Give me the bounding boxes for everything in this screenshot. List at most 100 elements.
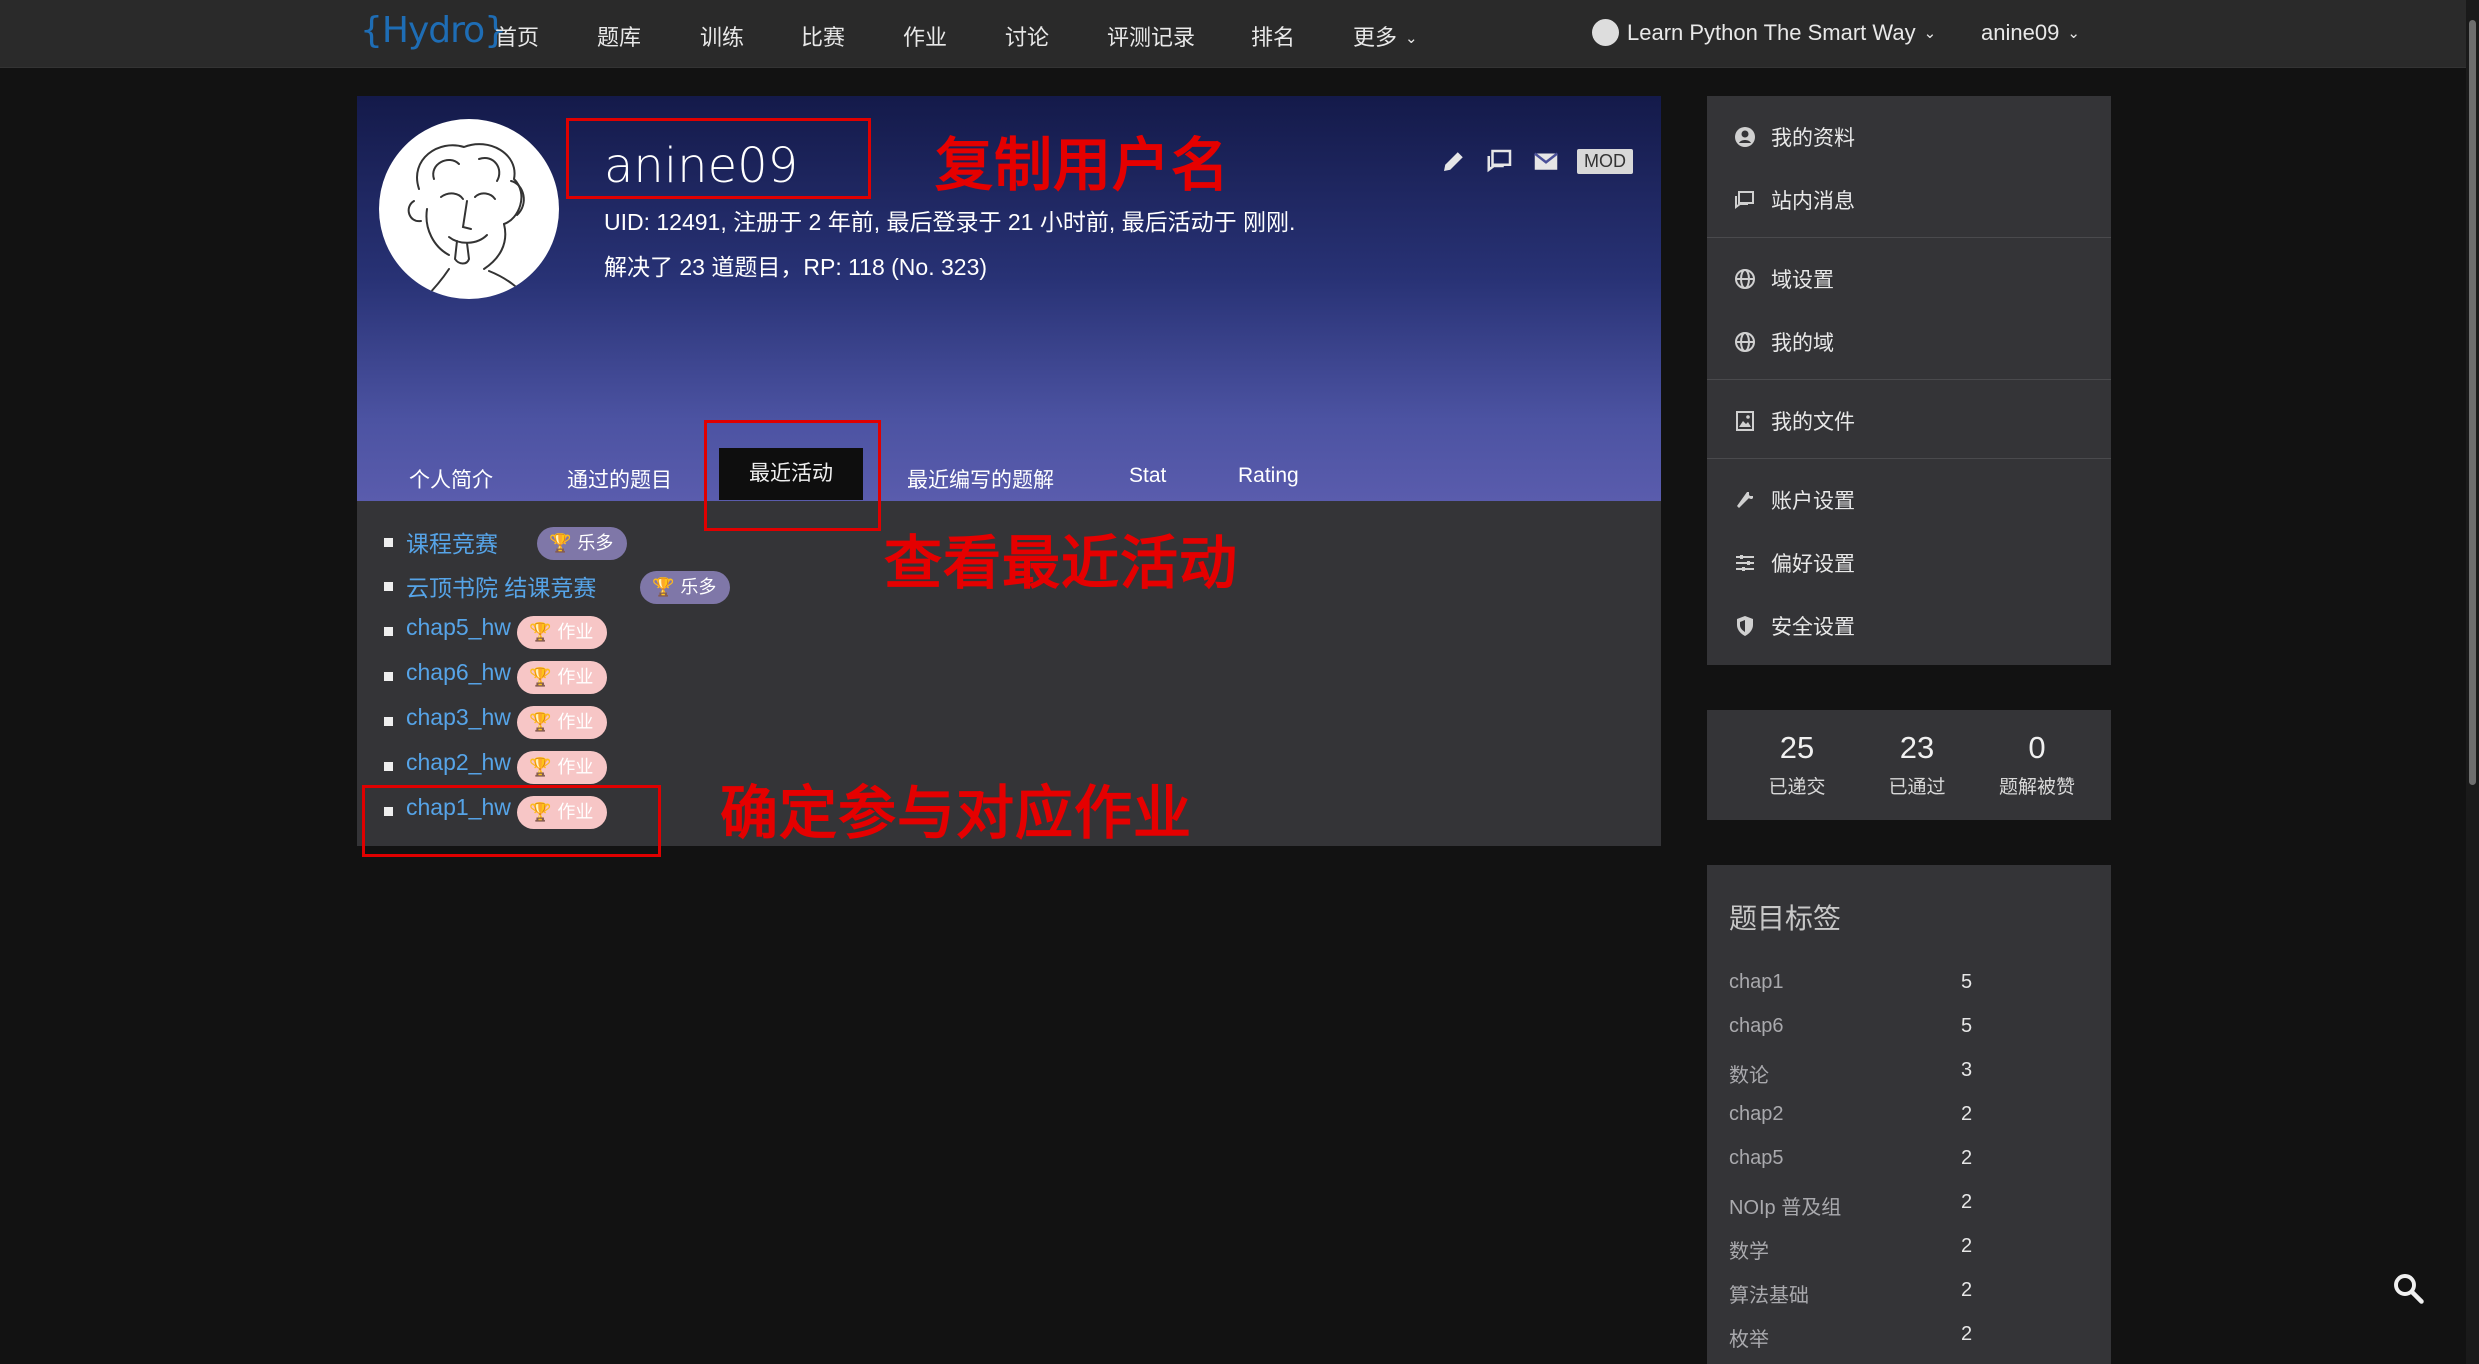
nav-ranking[interactable]: 排名	[1251, 20, 1295, 52]
trophy-icon: 🏆	[652, 577, 675, 597]
globe-icon	[1735, 269, 1755, 290]
sidebar-item-preferences[interactable]: 偏好设置	[1733, 548, 1855, 578]
user-circle-icon	[1735, 127, 1755, 148]
top-navbar: {Hydro} 首页 题库 训练 比赛 作业 讨论 评测记录 排名 更多 ⌄ Le…	[0, 0, 2466, 68]
nav-more[interactable]: 更多 ⌄	[1353, 20, 1418, 52]
homework-badge[interactable]: 🏆 作业	[517, 616, 608, 649]
tab-stat[interactable]: Stat	[1129, 464, 1166, 488]
sidebar-item-profile[interactable]: 我的资料	[1733, 122, 1855, 152]
user-stats-panel: 25 已递交 23 已通过 0 题解被赞	[1707, 710, 2111, 820]
trophy-icon: 🏆	[529, 712, 552, 732]
trophy-icon: 🏆	[529, 757, 552, 777]
domain-switcher[interactable]: Learn Python The Smart Way ⌄	[1592, 18, 1937, 48]
sidebar-item-label: 我的域	[1771, 332, 1834, 355]
annotation-homework-box	[362, 785, 661, 857]
tag-link[interactable]: chap6	[1729, 1015, 1784, 1038]
chevron-down-icon: ⌄	[1405, 30, 1418, 47]
message-icon[interactable]	[1485, 146, 1515, 176]
tag-count: 2	[1961, 1235, 1973, 1257]
activity-link[interactable]: chap2_hw	[406, 749, 511, 776]
tab-rating[interactable]: Rating	[1238, 464, 1299, 488]
tab-recent-solutions[interactable]: 最近编写的题解	[907, 464, 1054, 494]
domain-name: Learn Python The Smart Way	[1627, 20, 1916, 45]
nav-records[interactable]: 评测记录	[1107, 20, 1195, 52]
sliders-icon	[1736, 555, 1754, 572]
list-bullet	[384, 717, 393, 726]
scrollbar-thumb[interactable]	[2469, 20, 2476, 785]
sidebar-item-my-files[interactable]: 我的文件	[1733, 406, 1855, 436]
tag-link[interactable]: 算法基础	[1729, 1279, 1809, 1308]
sidebar-item-label: 账户设置	[1771, 490, 1855, 513]
tag-count: 2	[1961, 1279, 1973, 1301]
annotation-copy-username: 复制用户名	[935, 131, 1231, 199]
stat-value: 23	[1899, 730, 1935, 765]
chevron-down-icon: ⌄	[1923, 25, 1937, 42]
hydro-logo[interactable]: {Hydro}	[360, 10, 507, 51]
activity-link[interactable]: 云顶书院 结课竞赛	[406, 569, 596, 603]
tag-link[interactable]: 枚举	[1729, 1323, 1769, 1352]
stat-label: 题解被赞	[1998, 777, 2075, 798]
tag-link[interactable]: chap1	[1729, 971, 1784, 994]
nav-discussion[interactable]: 讨论	[1005, 20, 1049, 52]
sidebar-item-label: 域设置	[1771, 269, 1834, 292]
tag-link[interactable]: chap2	[1729, 1103, 1784, 1126]
sidebar-item-label: 安全设置	[1771, 616, 1855, 639]
badge-label: 作业	[557, 667, 594, 687]
tag-link[interactable]: 数论	[1729, 1059, 1769, 1088]
divider	[1707, 237, 2111, 238]
page-scrollbar[interactable]	[2466, 0, 2479, 1364]
sidebar-item-my-domains[interactable]: 我的域	[1733, 327, 1834, 357]
sidebar-item-security[interactable]: 安全设置	[1733, 611, 1855, 641]
nav-home[interactable]: 首页	[495, 20, 539, 52]
homework-badge[interactable]: 🏆 作业	[517, 661, 608, 694]
trophy-icon: 🏆	[529, 667, 552, 687]
avatar-sketch-image	[407, 143, 530, 299]
nav-contest[interactable]: 比赛	[801, 20, 845, 52]
activity-link[interactable]: chap3_hw	[406, 704, 511, 731]
sidebar-item-messages[interactable]: 站内消息	[1733, 185, 1855, 215]
nav-more-label: 更多	[1353, 25, 1398, 50]
activity-link[interactable]: chap6_hw	[406, 659, 511, 686]
homework-badge[interactable]: 🏆 作业	[517, 751, 608, 784]
problem-tags-panel: 题目标签 chap1 5 chap6 5 数论 3 chap2 2 chap5 2 NOI…	[1707, 865, 2111, 1364]
stat-label: 已通过	[1888, 777, 1946, 798]
tag-link[interactable]: NOIp 普及组	[1729, 1191, 1841, 1220]
tag-count: 2	[1961, 1147, 1973, 1169]
user-menu[interactable]: anine09 ⌄	[1981, 20, 2080, 46]
contest-rule-badge[interactable]: 🏆 乐多	[537, 527, 628, 560]
stat-accepted: 23 已通过	[1857, 730, 1977, 799]
search-icon[interactable]	[2390, 1270, 2426, 1306]
nav-homework[interactable]: 作业	[903, 20, 947, 52]
divider	[1707, 379, 2111, 380]
mail-icon[interactable]	[1531, 146, 1561, 176]
trophy-icon: 🏆	[549, 533, 572, 553]
annotation-view-recent: 查看最近活动	[884, 529, 1239, 597]
stat-value: 25	[1779, 730, 1815, 765]
domain-avatar	[1592, 18, 1619, 46]
wrench-icon	[1737, 492, 1753, 509]
homework-badge[interactable]: 🏆 作业	[517, 706, 608, 739]
badge-label: 作业	[557, 622, 594, 642]
contest-rule-badge[interactable]: 🏆 乐多	[640, 571, 731, 604]
sidebar-item-domain-settings[interactable]: 域设置	[1733, 264, 1834, 294]
tab-bio[interactable]: 个人简介	[409, 464, 493, 494]
tag-link[interactable]: chap5	[1729, 1147, 1784, 1170]
tag-link[interactable]: 数学	[1729, 1235, 1769, 1264]
mod-badge[interactable]: MOD	[1577, 149, 1633, 174]
tag-count: 2	[1961, 1103, 1973, 1125]
badge-label: 作业	[557, 712, 594, 732]
profile-meta-line: UID: 12491, 注册于 2 年前, 最后登录于 21 小时前, 最后活动…	[604, 209, 1296, 235]
sidebar-item-account-settings[interactable]: 账户设置	[1733, 485, 1855, 515]
tab-solved-problems[interactable]: 通过的题目	[567, 464, 672, 494]
tag-count: 3	[1961, 1059, 1973, 1081]
stat-label: 已递交	[1768, 777, 1826, 798]
badge-label: 乐多	[680, 577, 717, 597]
stat-value: 0	[2028, 730, 2046, 765]
nav-problems[interactable]: 题库	[597, 20, 641, 52]
edit-pencil-icon[interactable]	[1439, 146, 1469, 176]
activity-link[interactable]: chap5_hw	[406, 614, 511, 641]
nav-training[interactable]: 训练	[700, 20, 744, 52]
tag-count: 5	[1961, 971, 1973, 993]
list-bullet	[384, 672, 393, 681]
activity-link[interactable]: 课程竞赛	[406, 525, 498, 559]
